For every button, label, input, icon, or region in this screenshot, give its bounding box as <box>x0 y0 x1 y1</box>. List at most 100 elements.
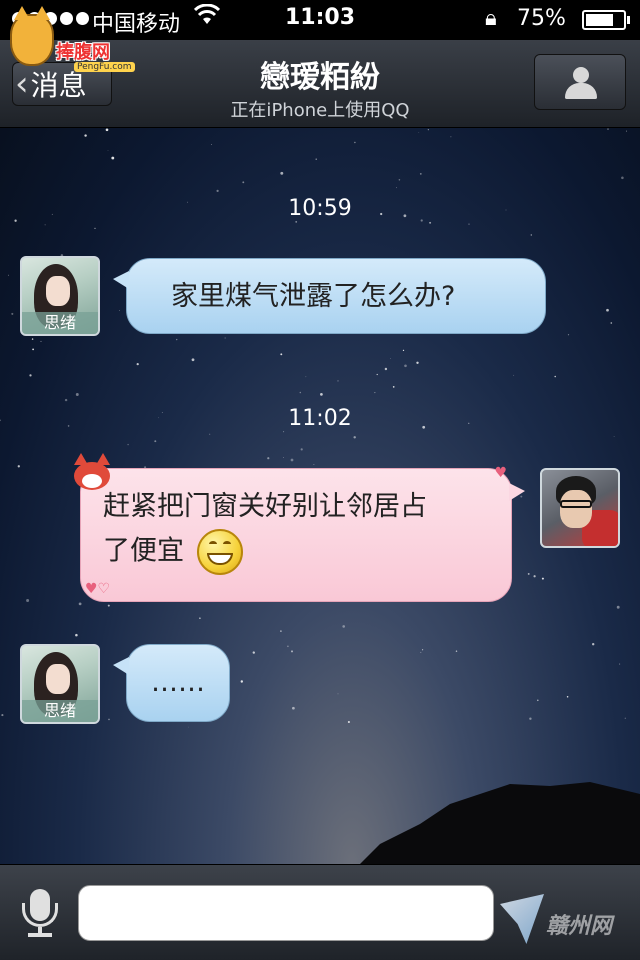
star <box>347 720 350 724</box>
star <box>513 374 515 376</box>
logo-brand-text: 捧腹网 <box>56 42 110 63</box>
star <box>422 649 424 651</box>
star <box>290 458 294 462</box>
star <box>610 322 613 324</box>
contact-avatar[interactable]: 思绪 <box>20 256 100 336</box>
star <box>64 398 68 402</box>
star <box>419 173 422 175</box>
message-timestamp: 11:02 <box>288 406 352 431</box>
contact-avatar[interactable]: 思绪 <box>20 644 100 724</box>
star <box>455 650 458 652</box>
star <box>566 696 569 698</box>
incoming-message-bubble[interactable]: …… <box>113 644 230 722</box>
star <box>107 604 110 607</box>
star <box>105 128 109 132</box>
person-icon <box>573 67 589 83</box>
battery-icon <box>582 10 630 30</box>
message-text: 家里煤气泄露了怎么办? <box>171 281 456 312</box>
star <box>44 224 46 226</box>
star <box>626 130 628 132</box>
corner-watermark-text: 赣州网 <box>546 914 613 939</box>
star <box>315 158 317 160</box>
message-timestamp: 10:59 <box>288 196 352 221</box>
star <box>404 364 407 368</box>
star <box>613 436 615 438</box>
logo-url-text: PengFu.com <box>74 62 135 72</box>
star <box>530 234 533 236</box>
star <box>283 457 284 459</box>
message-text-line: 了便宜 <box>103 535 184 567</box>
star <box>191 358 195 362</box>
star <box>418 132 420 133</box>
star <box>136 362 139 366</box>
star <box>396 187 397 189</box>
star <box>75 633 78 637</box>
user-avatar[interactable] <box>540 468 620 548</box>
star <box>240 680 243 683</box>
microphone-icon[interactable] <box>18 889 62 939</box>
star <box>592 643 595 646</box>
star <box>267 457 270 460</box>
star <box>216 189 219 193</box>
bow-decoration-icon: ♥ <box>494 465 507 481</box>
star <box>607 128 609 130</box>
star <box>280 353 283 356</box>
heart-decoration-icon: ♥♡ <box>85 581 111 597</box>
star <box>242 181 245 184</box>
battery-percent: 75% <box>517 6 566 31</box>
message-input[interactable] <box>78 885 494 941</box>
star <box>8 274 10 276</box>
star <box>127 443 129 446</box>
star <box>118 310 120 311</box>
star <box>31 338 34 340</box>
star <box>342 625 346 628</box>
star <box>224 337 226 339</box>
star <box>107 150 109 151</box>
star <box>305 376 307 378</box>
chat-area[interactable]: 10:59 思绪 家里煤气泄露了怎么办? 11:02 赶紧把门窗关好别让邻居占 … <box>0 128 640 864</box>
rotation-lock-icon: 🔒︎ <box>485 6 497 31</box>
fox-sticker-icon <box>70 453 114 494</box>
avatar-name: 思绪 <box>22 312 98 334</box>
star <box>390 358 391 359</box>
star <box>252 651 255 654</box>
star <box>427 129 429 131</box>
grin-emoji-icon <box>196 529 243 575</box>
star <box>374 392 376 394</box>
star <box>354 141 356 144</box>
star <box>416 361 419 364</box>
star <box>537 699 539 702</box>
star <box>402 349 405 352</box>
message-text: …… <box>151 667 205 698</box>
star <box>188 726 189 728</box>
incoming-message-bubble[interactable]: 家里煤气泄露了怎么办? <box>113 258 546 334</box>
star <box>376 373 378 376</box>
star <box>199 617 201 620</box>
outgoing-message-bubble[interactable]: 赶紧把门窗关好别让邻居占 了便宜 ♥♡ ♥ <box>80 465 525 602</box>
star <box>11 312 14 315</box>
star <box>429 221 432 224</box>
corner-watermark: 赣州网 <box>500 880 640 960</box>
avatar-name: 思绪 <box>22 700 98 722</box>
mountain-silhouette <box>360 782 640 864</box>
cat-mascot-icon <box>10 6 54 66</box>
star <box>78 602 82 606</box>
star <box>94 227 96 230</box>
star <box>529 717 532 720</box>
star <box>75 393 79 396</box>
star <box>32 348 34 351</box>
star <box>320 393 323 396</box>
star <box>337 380 339 382</box>
star <box>295 221 298 223</box>
star <box>300 448 303 451</box>
star <box>541 577 544 580</box>
star <box>533 575 536 578</box>
star <box>291 650 293 653</box>
star <box>554 375 556 378</box>
star <box>209 433 211 435</box>
profile-button[interactable] <box>534 54 626 110</box>
message-text-line: 赶紧把门窗关好别让邻居占 <box>103 491 427 522</box>
star <box>40 340 42 342</box>
star <box>313 464 315 465</box>
star <box>624 717 626 719</box>
